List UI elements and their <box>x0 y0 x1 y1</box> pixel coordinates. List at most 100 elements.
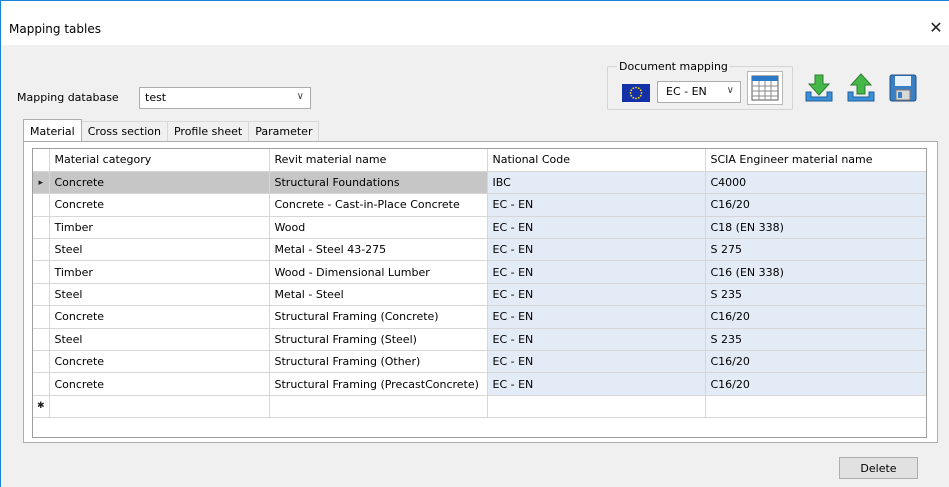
cell-material-category[interactable]: Steel <box>49 283 270 307</box>
chevron-down-icon: ∨ <box>726 85 734 96</box>
tab-profile-sheet[interactable]: Profile sheet <box>166 121 250 141</box>
cell-revit-material-name[interactable]: Structural Foundations <box>269 171 488 195</box>
import-icon <box>805 74 833 102</box>
current-row-indicator[interactable]: ▸ <box>33 171 50 195</box>
cell-revit-material-name[interactable]: Structural Framing (PrecastConcrete) <box>269 372 488 396</box>
table-grid-button[interactable] <box>747 71 783 105</box>
column-header-national-code[interactable]: National Code <box>487 149 706 172</box>
new-row-cell[interactable] <box>487 395 706 419</box>
tab-strip: Material Cross section Profile sheet Par… <box>23 119 320 142</box>
table-row[interactable]: Steel Structural Framing (Steel) EC - EN S … <box>33 328 926 352</box>
grid-icon <box>751 75 779 101</box>
table-body: ▸ Concrete Structural Foundations IBC C4000 C… <box>33 171 926 419</box>
row-header[interactable] <box>33 328 50 352</box>
cell-scia-material-name[interactable]: S 235 <box>705 283 926 307</box>
delete-button[interactable]: Delete <box>839 457 918 479</box>
cell-scia-material-name[interactable]: C16/20 <box>705 372 926 396</box>
cell-national-code[interactable]: EC - EN <box>487 283 706 307</box>
document-mapping-select[interactable]: EC - EN ∨ <box>657 81 741 103</box>
tab-parameter[interactable]: Parameter <box>248 121 320 141</box>
column-header-scia-material-name[interactable]: SCIA Engineer material name <box>705 149 926 172</box>
cell-revit-material-name[interactable]: Structural Framing (Steel) <box>269 328 488 352</box>
row-header[interactable] <box>33 350 50 374</box>
cell-material-category[interactable]: Steel <box>49 328 270 352</box>
cell-national-code[interactable]: EC - EN <box>487 193 706 217</box>
cell-scia-material-name[interactable]: C16/20 <box>705 305 926 329</box>
cell-scia-material-name[interactable]: C18 (EN 338) <box>705 216 926 240</box>
row-header[interactable] <box>33 193 50 217</box>
table-row[interactable]: Timber Wood EC - EN C18 (EN 338) <box>33 216 926 240</box>
cell-revit-material-name[interactable]: Wood <box>269 216 488 240</box>
table-row[interactable]: Concrete Concrete - Cast-in-Place Concret… <box>33 193 926 217</box>
row-header[interactable] <box>33 305 50 329</box>
export-icon <box>847 73 875 102</box>
cell-material-category[interactable]: Steel <box>49 238 270 262</box>
material-mapping-table: Material category Revit material name Na… <box>33 149 926 419</box>
cell-national-code[interactable]: IBC <box>487 171 706 195</box>
table-row[interactable]: ▸ Concrete Structural Foundations IBC C4000 <box>33 171 926 195</box>
title-bar: Mapping tables ✕ <box>1 1 949 45</box>
mapping-database-select[interactable]: test ∨ <box>139 87 311 109</box>
table-row[interactable]: Steel Metal - Steel EC - EN S 235 <box>33 283 926 307</box>
column-header-revit-material-name[interactable]: Revit material name <box>269 149 488 172</box>
cell-material-category[interactable]: Concrete <box>49 305 270 329</box>
cell-revit-material-name[interactable]: Structural Framing (Other) <box>269 350 488 374</box>
window-title: Mapping tables <box>9 22 101 36</box>
material-mapping-grid[interactable]: Material category Revit material name Na… <box>32 148 927 438</box>
tab-cross-section[interactable]: Cross section <box>80 121 168 141</box>
document-mapping-label: Document mapping <box>617 60 730 73</box>
save-icon <box>889 74 917 102</box>
table-row[interactable]: Steel Metal - Steel 43-275 EC - EN S 275 <box>33 238 926 262</box>
cell-material-category[interactable]: Concrete <box>49 350 270 374</box>
cell-scia-material-name[interactable]: S 275 <box>705 238 926 262</box>
column-header-material-category[interactable]: Material category <box>49 149 270 172</box>
cell-national-code[interactable]: EC - EN <box>487 372 706 396</box>
cell-national-code[interactable]: EC - EN <box>487 305 706 329</box>
row-header[interactable] <box>33 260 50 284</box>
import-button[interactable] <box>801 71 837 105</box>
cell-revit-material-name[interactable]: Structural Framing (Concrete) <box>269 305 488 329</box>
cell-scia-material-name[interactable]: C4000 <box>705 171 926 195</box>
cell-scia-material-name[interactable]: C16/20 <box>705 350 926 374</box>
tab-material[interactable]: Material <box>23 119 82 141</box>
cell-scia-material-name[interactable]: S 235 <box>705 328 926 352</box>
cell-material-category[interactable]: Concrete <box>49 171 270 195</box>
mapping-database-value: test <box>145 91 167 104</box>
row-header[interactable] <box>33 283 50 307</box>
cell-scia-material-name[interactable]: C16 (EN 338) <box>705 260 926 284</box>
new-row-cell[interactable] <box>269 395 488 419</box>
cell-material-category[interactable]: Timber <box>49 260 270 284</box>
row-header[interactable] <box>33 216 50 240</box>
cell-revit-material-name[interactable]: Concrete - Cast-in-Place Concrete <box>269 193 488 217</box>
row-header[interactable] <box>33 238 50 262</box>
chevron-down-icon: ∨ <box>296 91 304 102</box>
cell-national-code[interactable]: EC - EN <box>487 328 706 352</box>
cell-revit-material-name[interactable]: Wood - Dimensional Lumber <box>269 260 488 284</box>
cell-material-category[interactable]: Concrete <box>49 193 270 217</box>
table-row[interactable]: Concrete Structural Framing (PrecastConcr… <box>33 372 926 396</box>
cell-national-code[interactable]: EC - EN <box>487 260 706 284</box>
cell-revit-material-name[interactable]: Metal - Steel <box>269 283 488 307</box>
cell-scia-material-name[interactable]: C16/20 <box>705 193 926 217</box>
document-mapping-value: EC - EN <box>666 85 707 98</box>
cell-national-code[interactable]: EC - EN <box>487 350 706 374</box>
cell-material-category[interactable]: Concrete <box>49 372 270 396</box>
new-row-indicator[interactable]: ✱ <box>33 395 50 419</box>
new-row-cell[interactable] <box>49 395 270 419</box>
row-header[interactable] <box>33 372 50 396</box>
material-tab-panel: Material category Revit material name Na… <box>23 141 938 443</box>
cell-material-category[interactable]: Timber <box>49 216 270 240</box>
table-row[interactable]: Concrete Structural Framing (Concrete) EC … <box>33 305 926 329</box>
close-icon[interactable]: ✕ <box>925 17 947 39</box>
table-row[interactable]: Concrete Structural Framing (Other) EC - E… <box>33 350 926 374</box>
save-button[interactable] <box>885 71 921 105</box>
new-row-cell[interactable] <box>705 395 926 419</box>
export-button[interactable] <box>843 71 879 105</box>
cell-revit-material-name[interactable]: Metal - Steel 43-275 <box>269 238 488 262</box>
cell-national-code[interactable]: EC - EN <box>487 238 706 262</box>
new-row[interactable]: ✱ <box>33 395 926 419</box>
cell-national-code[interactable]: EC - EN <box>487 216 706 240</box>
eu-flag-icon <box>622 84 650 102</box>
table-row[interactable]: Timber Wood - Dimensional Lumber EC - EN C1… <box>33 260 926 284</box>
row-header-corner <box>33 149 50 172</box>
